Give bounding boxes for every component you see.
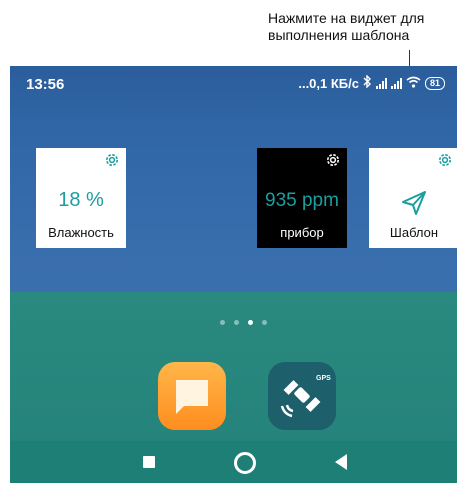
signal-icon xyxy=(390,77,402,89)
page-dot-active[interactable] xyxy=(248,320,253,325)
battery-icon: 81 xyxy=(424,76,445,90)
status-bar: 13:56 ...0,1 КБ/с 81 xyxy=(10,66,457,104)
bluetooth-icon xyxy=(363,74,372,91)
back-button[interactable] xyxy=(335,454,347,470)
device-widget[interactable]: 935 ppm прибор xyxy=(257,148,347,248)
gps-badge: GPS xyxy=(316,375,331,382)
widget-value: 935 ppm xyxy=(265,190,339,211)
widget-label: Шаблон xyxy=(389,225,439,240)
signal-icon xyxy=(375,77,387,89)
callout-line-1: Нажмите на виджет для xyxy=(268,10,425,26)
instruction-callout: Нажмите на виджет для выполнения шаблона xyxy=(268,10,463,44)
gear-icon[interactable] xyxy=(104,152,120,168)
phone-screen: 13:56 ...0,1 КБ/с 81 18 % Влажность 935 … xyxy=(10,66,457,483)
home-button[interactable] xyxy=(234,452,256,474)
page-dot[interactable] xyxy=(262,320,267,325)
navigation-bar xyxy=(10,441,457,483)
widget-value: 18 % xyxy=(58,189,104,211)
send-icon xyxy=(399,188,429,218)
page-dot[interactable] xyxy=(234,320,239,325)
notes-app-icon[interactable] xyxy=(158,362,226,430)
widget-label: Влажность xyxy=(48,225,114,240)
gear-icon[interactable] xyxy=(437,152,453,168)
status-icons: ...0,1 КБ/с 81 xyxy=(298,74,445,91)
template-widget[interactable]: Шаблон xyxy=(369,148,457,248)
page-dot[interactable] xyxy=(220,320,225,325)
gear-icon[interactable] xyxy=(325,152,341,168)
widget-label: прибор xyxy=(280,225,324,240)
wifi-icon xyxy=(406,76,421,91)
humidity-widget[interactable]: 18 % Влажность xyxy=(36,148,126,248)
callout-line-2: выполнения шаблона xyxy=(268,27,410,43)
clock: 13:56 xyxy=(26,76,65,93)
gps-app-icon[interactable]: GPS xyxy=(268,362,336,430)
page-indicator xyxy=(220,320,267,325)
recents-button[interactable] xyxy=(143,456,155,468)
network-speed: ...0,1 КБ/с xyxy=(298,75,359,91)
